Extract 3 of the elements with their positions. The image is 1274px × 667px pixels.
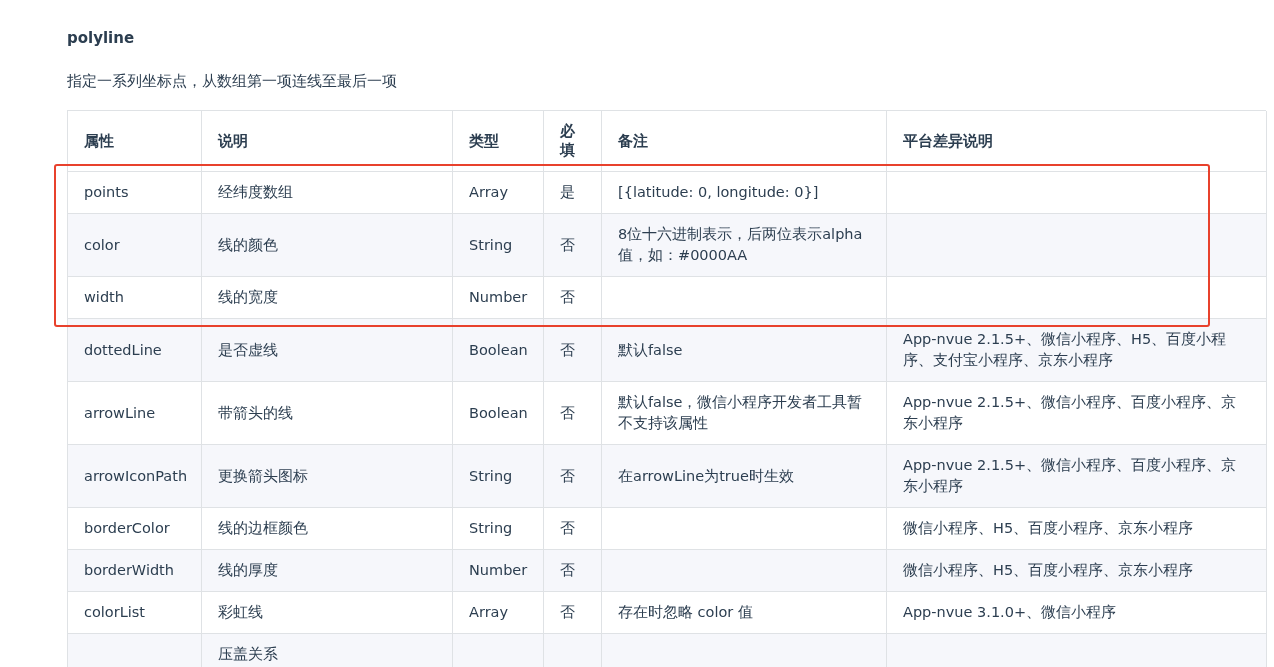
section-description: 指定一系列坐标点，从数组第一项连线至最后一项 [67, 71, 398, 92]
description-cell: 压盖关系 [202, 634, 453, 667]
section-heading: polyline [67, 28, 136, 49]
